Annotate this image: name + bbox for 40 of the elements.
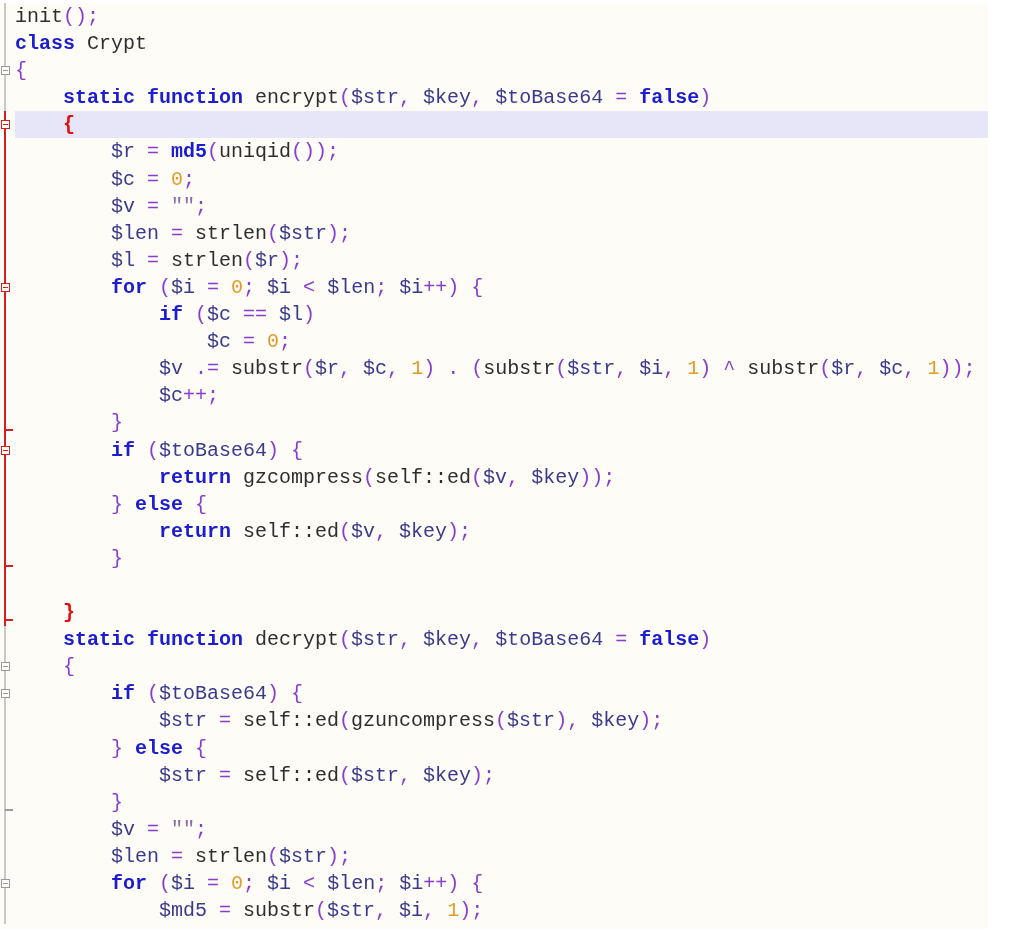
code-line: return gzcompress(self::ed($v, $key)); xyxy=(159,464,616,491)
code-line: $c = 0; xyxy=(111,166,196,193)
code-line: $str = self::ed(gzuncompress($str), $key); xyxy=(159,708,664,735)
code-line: } else { xyxy=(111,491,208,518)
code-line: $str = self::ed($str, $key); xyxy=(159,762,496,789)
code-line: return self::ed($v, $key); xyxy=(159,518,472,545)
code-line: } xyxy=(63,600,75,627)
code-line: $r = md5(uniqid()); xyxy=(111,139,340,166)
code-line: if ($c == $l) xyxy=(159,302,316,329)
code-line: } else { xyxy=(111,735,208,762)
fold-icon[interactable] xyxy=(1,445,10,455)
fold-icon[interactable] xyxy=(1,879,10,888)
code-line: { xyxy=(15,58,27,85)
code-line: $md5 = substr($str, $i, 1); xyxy=(159,898,484,925)
code-line: $l = strlen($r); xyxy=(111,247,304,274)
fold-icon[interactable] xyxy=(1,66,10,76)
code-line: init(); xyxy=(15,4,100,30)
code-line: $len = strlen($str); xyxy=(111,843,352,870)
fold-icon[interactable] xyxy=(1,689,10,699)
code-line: { xyxy=(63,654,75,681)
fold-icon[interactable] xyxy=(1,662,10,672)
code-line: $len = strlen($str); xyxy=(111,220,352,247)
code-line: $c++; xyxy=(159,383,220,410)
fold-icon[interactable] xyxy=(1,282,10,292)
code-line: } xyxy=(111,410,123,437)
code-line: for ($i = 0; $i < $len; $i++) { xyxy=(111,274,484,301)
code-line: $v .= substr($r, $c, 1) . (substr($str, $i, 1) ^ substr($r, $c, 1)); xyxy=(159,356,976,383)
code-line: static function decrypt($str, $key, $toBase64 = false) xyxy=(63,627,712,654)
code-line: $v = ""; xyxy=(111,193,208,220)
code-line: } xyxy=(111,545,123,572)
code-line: if ($toBase64) { xyxy=(111,437,304,464)
code-line: $c = 0; xyxy=(207,329,292,356)
code-line: $v = ""; xyxy=(111,816,208,843)
code-line: } xyxy=(111,789,123,816)
code-line: static function encrypt($str, $key, $toBase64 = false) xyxy=(63,85,712,112)
code-line: for ($i = 0; $i < $len; $i++) { xyxy=(111,871,484,897)
fold-icon[interactable] xyxy=(1,120,10,130)
code-line: class Crypt xyxy=(15,31,148,58)
code-line: { xyxy=(63,112,75,139)
code-line: if ($toBase64) { xyxy=(111,681,304,708)
